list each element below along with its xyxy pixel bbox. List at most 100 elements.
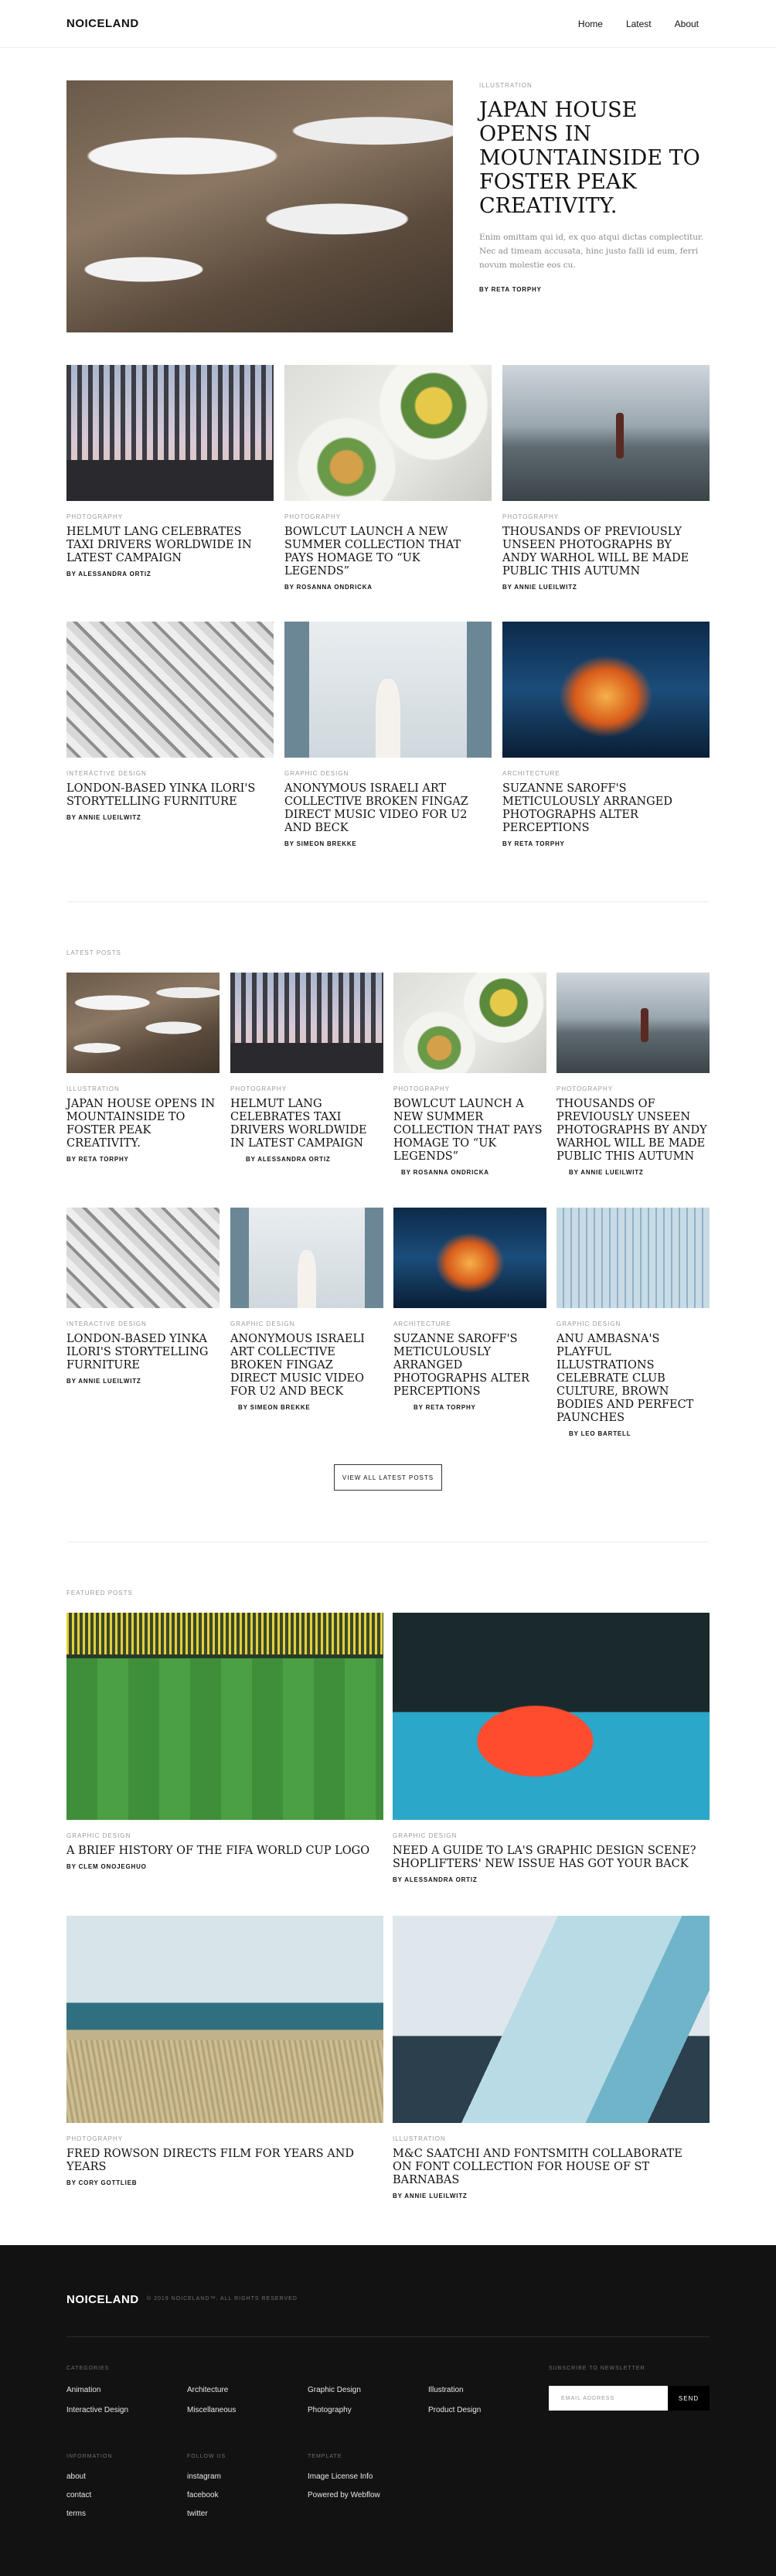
- nav-home[interactable]: Home: [578, 19, 603, 29]
- latest-image-saroff[interactable]: [393, 1208, 546, 1308]
- latest-image-bowlcut[interactable]: [393, 973, 546, 1073]
- post-author[interactable]: BY ALESSANDRA ORTIZ: [393, 1876, 702, 1883]
- nav-latest[interactable]: Latest: [626, 19, 652, 29]
- post-title[interactable]: SUZANNE SAROFF'S METICULOUSLY ARRANGED P…: [393, 1333, 545, 1399]
- post-category[interactable]: PHOTOGRAPHY: [284, 513, 487, 520]
- latest-image-yinka[interactable]: [66, 1208, 220, 1308]
- footer-category-link[interactable]: Photography: [308, 2406, 352, 2414]
- post-title[interactable]: M&C SAATCHI AND FONTSMITH COLLABORATE ON…: [393, 2148, 702, 2187]
- post-author[interactable]: BY RETA TORPHY: [393, 1404, 545, 1411]
- post-author[interactable]: BY ROSANNA ONDRICKA: [284, 584, 487, 591]
- post-category[interactable]: PHOTOGRAPHY: [502, 513, 705, 520]
- post-image-helmut[interactable]: [66, 365, 274, 501]
- hero-category[interactable]: ILLUSTRATION: [479, 82, 711, 89]
- footer-social-link[interactable]: facebook: [187, 2491, 219, 2499]
- featured-image-la[interactable]: [393, 1613, 710, 1820]
- post-title[interactable]: THOUSANDS OF PREVIOUSLY UNSEEN PHOTOGRAP…: [556, 1098, 708, 1164]
- latest-image-warhol[interactable]: [556, 973, 710, 1073]
- post-category[interactable]: PHOTOGRAPHY: [556, 1085, 708, 1092]
- footer-social-link[interactable]: twitter: [187, 2510, 208, 2518]
- post-image-saroff[interactable]: [502, 622, 710, 758]
- post-author[interactable]: BY ANNIE LUEILWITZ: [66, 814, 269, 821]
- post-title[interactable]: LONDON-BASED YINKA ILORI'S STORYTELLING …: [66, 782, 269, 809]
- footer-category-link[interactable]: Miscellaneous: [187, 2406, 236, 2414]
- post-category[interactable]: PHOTOGRAPHY: [66, 2135, 376, 2142]
- footer-category-link[interactable]: Graphic Design: [308, 2386, 361, 2394]
- post-author[interactable]: BY ALESSANDRA ORTIZ: [66, 571, 269, 578]
- featured-image-rowson[interactable]: [66, 1916, 383, 2123]
- post-author[interactable]: BY ANNIE LUEILWITZ: [502, 584, 705, 591]
- post-title[interactable]: ANONYMOUS ISRAELI ART COLLECTIVE BROKEN …: [284, 782, 487, 835]
- post-author[interactable]: BY ANNIE LUEILWITZ: [66, 1378, 218, 1385]
- post-title[interactable]: A BRIEF HISTORY OF THE FIFA WORLD CUP LO…: [66, 1845, 376, 1858]
- view-all-latest-button[interactable]: VIEW ALL LATEST POSTS: [334, 1464, 442, 1491]
- footer-social-link[interactable]: instagram: [187, 2472, 221, 2481]
- post-category[interactable]: PHOTOGRAPHY: [66, 513, 269, 520]
- post-category[interactable]: ILLUSTRATION: [66, 1085, 218, 1092]
- footer-category-link[interactable]: Product Design: [428, 2406, 481, 2414]
- footer-category-link[interactable]: Animation: [66, 2386, 100, 2394]
- post-author[interactable]: BY LEO BARTELL: [556, 1430, 708, 1437]
- post-title[interactable]: ANU AMBASNA'S PLAYFUL ILLUSTRATIONS CELE…: [556, 1333, 708, 1425]
- post-title[interactable]: LONDON-BASED YINKA ILORI'S STORYTELLING …: [66, 1333, 218, 1372]
- post-title[interactable]: NEED A GUIDE TO LA'S GRAPHIC DESIGN SCEN…: [393, 1845, 702, 1871]
- footer-category-link[interactable]: Interactive Design: [66, 2406, 128, 2414]
- post-category[interactable]: GRAPHIC DESIGN: [66, 1832, 376, 1839]
- post-author[interactable]: BY CORY GOTTLIEB: [66, 2179, 376, 2186]
- post-author[interactable]: BY SIMEON BREKKE: [230, 1404, 382, 1411]
- post-category[interactable]: PHOTOGRAPHY: [393, 1085, 545, 1092]
- footer-template-link[interactable]: Image License Info: [308, 2472, 373, 2481]
- post-title[interactable]: SUZANNE SAROFF'S METICULOUSLY ARRANGED P…: [502, 782, 705, 835]
- post-author[interactable]: BY SIMEON BREKKE: [284, 840, 487, 847]
- post-image-warhol[interactable]: [502, 365, 710, 501]
- newsletter-send-button[interactable]: SEND: [668, 2386, 710, 2411]
- post-author[interactable]: BY RETA TORPHY: [502, 840, 705, 847]
- post-author[interactable]: BY RETA TORPHY: [66, 1156, 218, 1163]
- latest-image-ambasna[interactable]: [556, 1208, 710, 1308]
- footer-category-link[interactable]: Illustration: [428, 2386, 464, 2394]
- post-category[interactable]: ILLUSTRATION: [393, 2135, 702, 2142]
- footer-info-link[interactable]: contact: [66, 2491, 91, 2499]
- post-category[interactable]: ARCHITECTURE: [502, 770, 705, 777]
- post-author[interactable]: BY CLEM ONOJEGHUO: [66, 1863, 376, 1870]
- site-logo[interactable]: NOICELAND: [66, 17, 139, 30]
- nav-about[interactable]: About: [675, 19, 699, 29]
- post-image-yinka[interactable]: [66, 622, 274, 758]
- hero-image[interactable]: [66, 80, 453, 332]
- post-title[interactable]: HELMUT LANG CELEBRATES TAXI DRIVERS WORL…: [66, 526, 269, 565]
- post-category[interactable]: GRAPHIC DESIGN: [393, 1832, 702, 1839]
- post-category[interactable]: ARCHITECTURE: [393, 1320, 545, 1327]
- post-image-fingaz[interactable]: [284, 622, 492, 758]
- post-category[interactable]: INTERACTIVE DESIGN: [66, 770, 269, 777]
- footer-logo[interactable]: NOICELAND: [66, 2293, 139, 2306]
- latest-image-fingaz[interactable]: [230, 1208, 383, 1308]
- post-title[interactable]: HELMUT LANG CELEBRATES TAXI DRIVERS WORL…: [230, 1098, 382, 1150]
- post-author[interactable]: BY ANNIE LUEILWITZ: [393, 2193, 702, 2199]
- newsletter-email-input[interactable]: EMAIL ADDRESS: [549, 2386, 668, 2411]
- post-category[interactable]: GRAPHIC DESIGN: [230, 1320, 382, 1327]
- post-author[interactable]: BY ALESSANDRA ORTIZ: [230, 1156, 382, 1163]
- post-category[interactable]: INTERACTIVE DESIGN: [66, 1320, 218, 1327]
- post-title[interactable]: BOWLCUT LAUNCH A NEW SUMMER COLLECTION T…: [284, 526, 487, 578]
- post-author[interactable]: BY ANNIE LUEILWITZ: [556, 1169, 708, 1176]
- post-category[interactable]: GRAPHIC DESIGN: [556, 1320, 708, 1327]
- footer-info-link[interactable]: terms: [66, 2510, 86, 2518]
- post-image-bowlcut[interactable]: [284, 365, 492, 501]
- post-title[interactable]: THOUSANDS OF PREVIOUSLY UNSEEN PHOTOGRAP…: [502, 526, 705, 578]
- post-title[interactable]: FRED ROWSON DIRECTS FILM FOR YEARS AND Y…: [66, 2148, 376, 2174]
- latest-image-helmut[interactable]: [230, 973, 383, 1073]
- latest-image-japan[interactable]: [66, 973, 220, 1073]
- post-category[interactable]: PHOTOGRAPHY: [230, 1085, 382, 1092]
- post-category[interactable]: GRAPHIC DESIGN: [284, 770, 487, 777]
- hero-title[interactable]: JAPAN HOUSE OPENS IN MOUNTAINSIDE TO FOS…: [479, 98, 711, 218]
- featured-image-fifa[interactable]: [66, 1613, 383, 1820]
- post-author[interactable]: BY ROSANNA ONDRICKA: [393, 1169, 545, 1176]
- footer-template-link[interactable]: Powered by Webflow: [308, 2491, 380, 2499]
- featured-image-saatchi[interactable]: [393, 1916, 710, 2123]
- hero-author[interactable]: BY RETA TORPHY: [479, 286, 711, 293]
- footer-info-link[interactable]: about: [66, 2472, 86, 2481]
- post-title[interactable]: BOWLCUT LAUNCH A NEW SUMMER COLLECTION T…: [393, 1098, 545, 1164]
- post-title[interactable]: ANONYMOUS ISRAELI ART COLLECTIVE BROKEN …: [230, 1333, 382, 1399]
- post-title[interactable]: JAPAN HOUSE OPENS IN MOUNTAINSIDE TO FOS…: [66, 1098, 218, 1150]
- footer-category-link[interactable]: Architecture: [187, 2386, 228, 2394]
